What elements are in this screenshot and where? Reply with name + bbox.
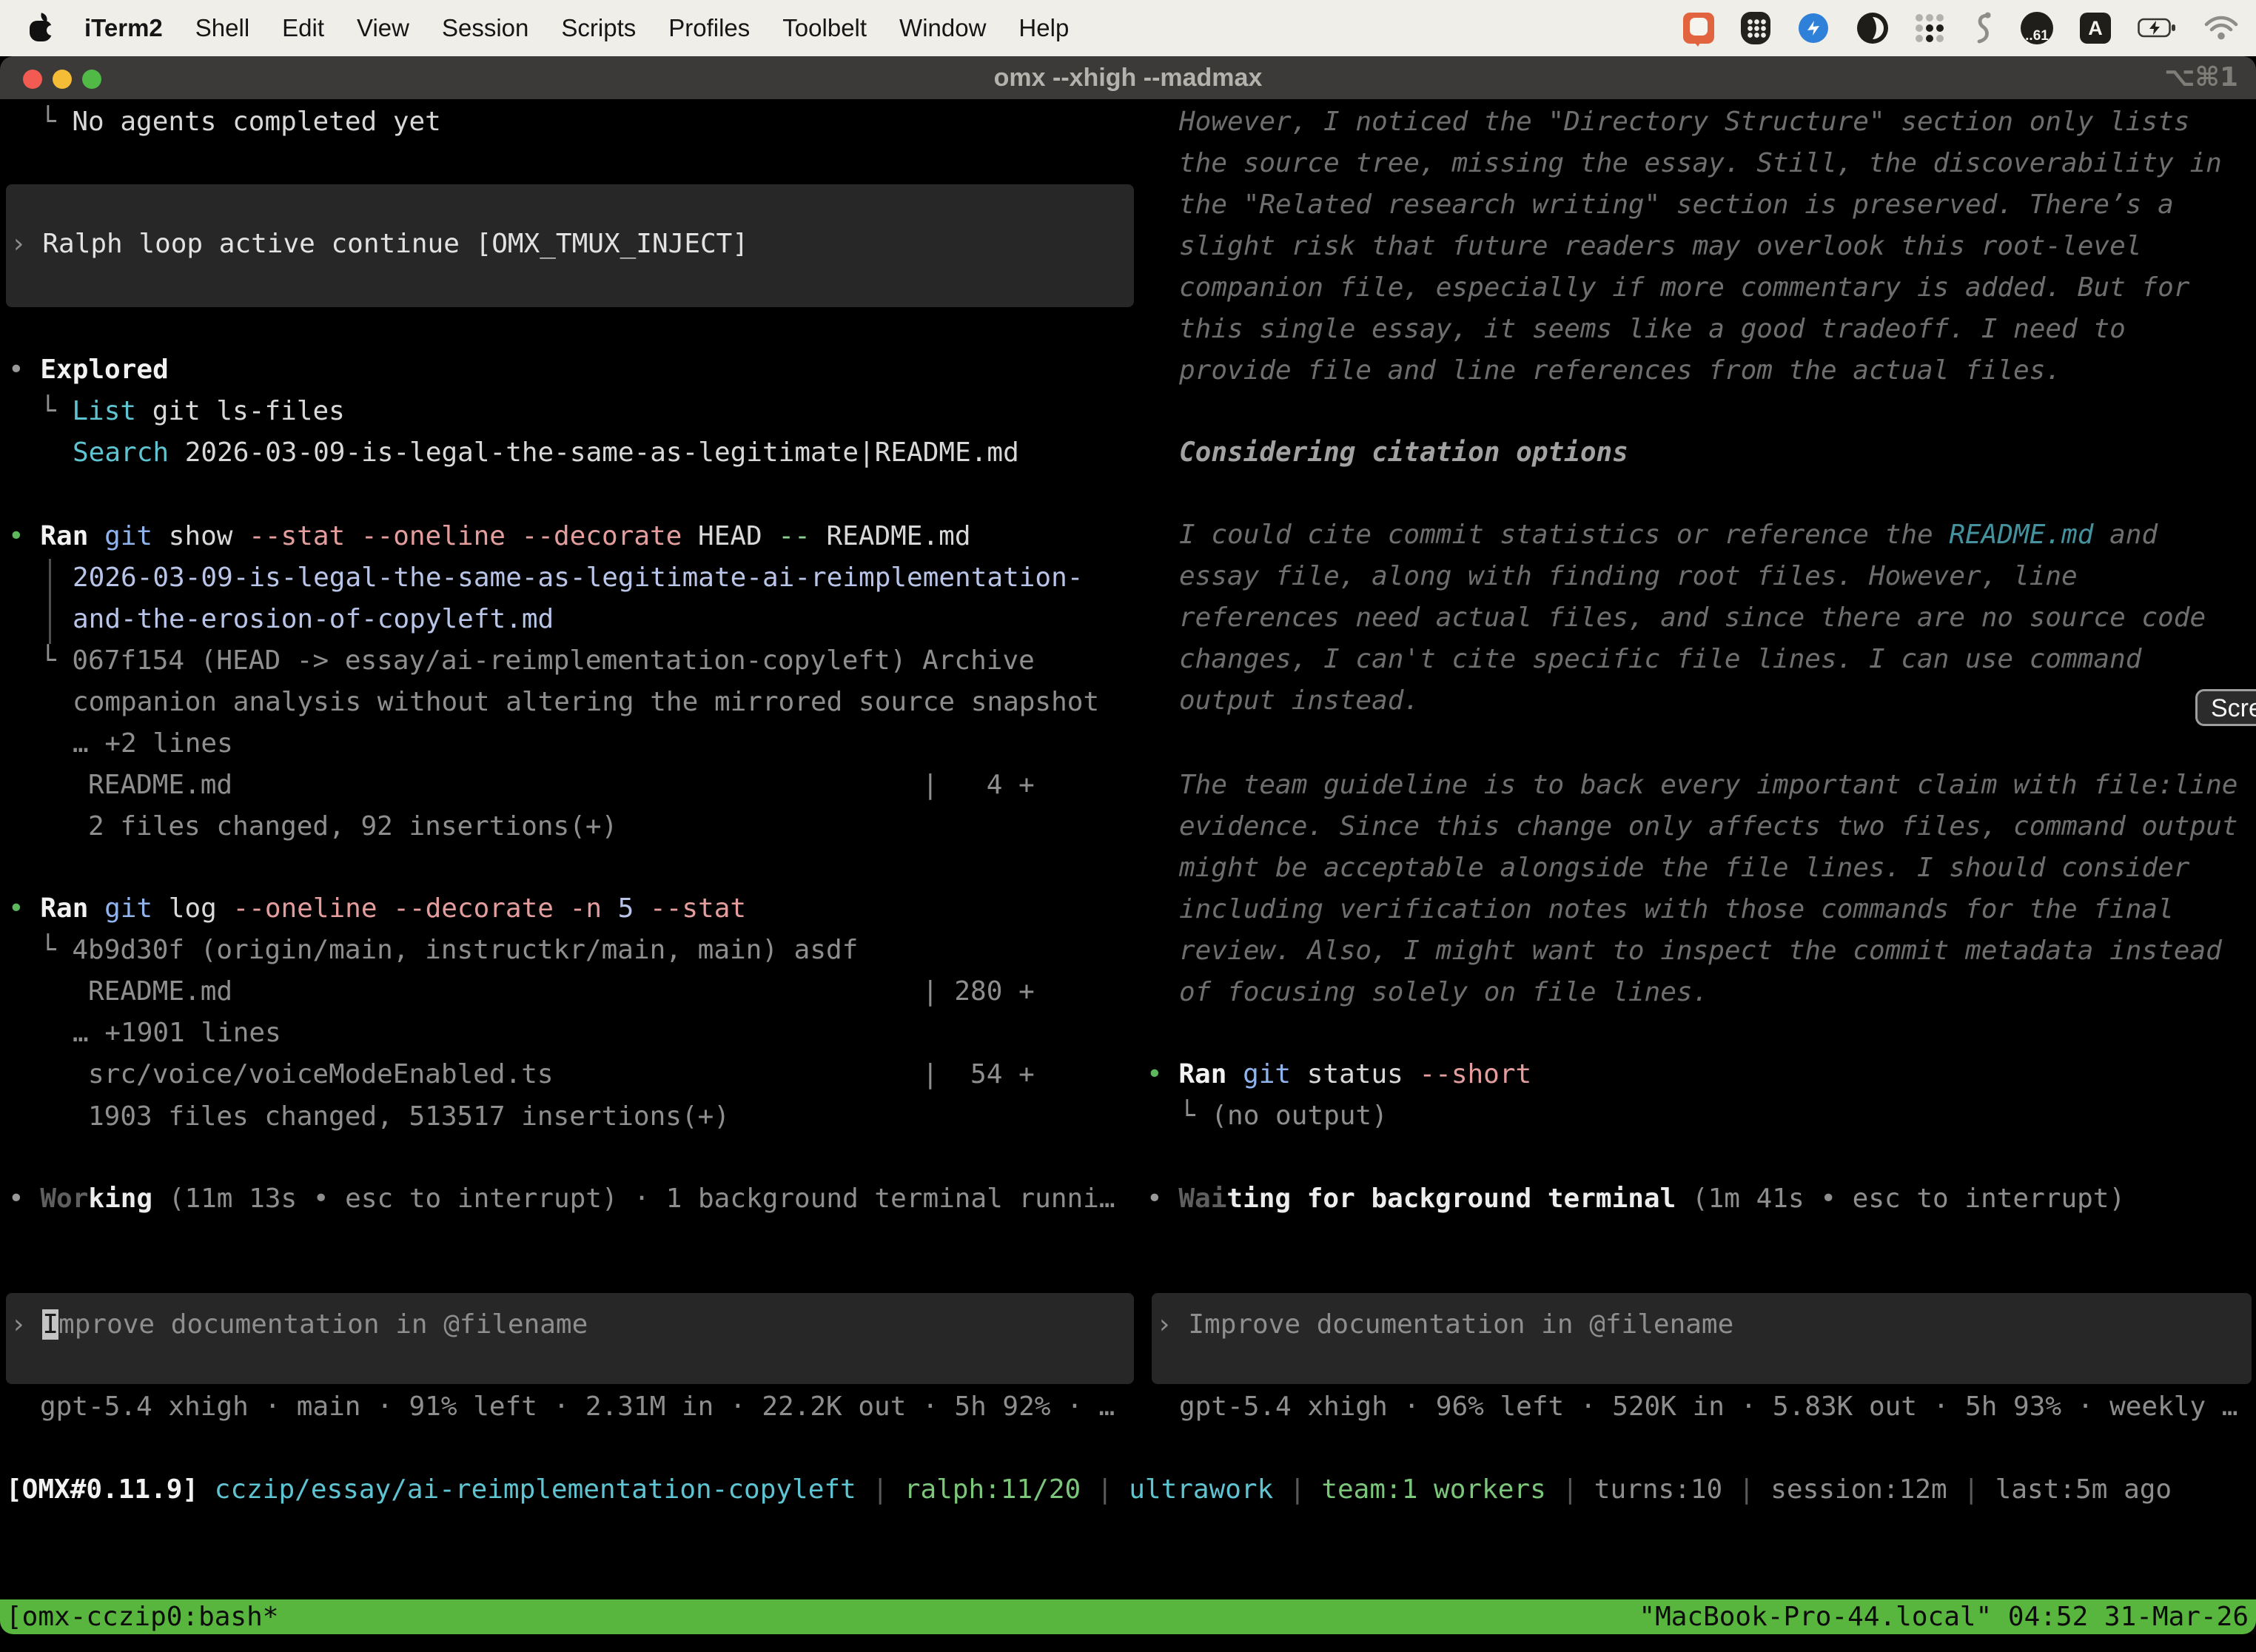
terminal-line-right: changes, I can't cite specific file line…: [1179, 639, 2141, 680]
terminal-line-left: Search 2026-03-09-is-legal-the-same-as-l…: [73, 432, 1019, 474]
terminal-line-left: └ List git ls-files: [40, 391, 345, 432]
model-status-left: gpt-5.4 xhigh · main · 91% left · 2.31M …: [40, 1386, 1115, 1428]
prompt-input-right[interactable]: › Improve documentation in @filename: [1156, 1304, 1733, 1346]
terminal-line-left: … +2 lines: [73, 723, 233, 765]
terminal-line-right: I could cite commit statistics or refere…: [1179, 514, 2158, 556]
model-status-right: gpt-5.4 xhigh · 96% left · 520K in · 5.8…: [1179, 1386, 2237, 1428]
terminal-line-right: the source tree, missing the essay. Stil…: [1179, 143, 2222, 184]
terminal-line-left: • Explored: [8, 349, 169, 391]
prompt-input-left[interactable]: › Improve documentation in @filename: [10, 1304, 588, 1346]
terminal-line-left: and-the-erosion-of-copyleft.md: [73, 599, 554, 640]
terminal-line-left: 2026-03-09-is-legal-the-same-as-legitima…: [73, 557, 1083, 599]
terminal-line-right: references need actual files, and since …: [1179, 597, 2206, 639]
terminal-line-left: src/voice/voiceModeEnabled.ts | 54 +: [88, 1054, 1035, 1095]
terminal-line-left: └ 067f154 (HEAD -> essay/ai-reimplementa…: [40, 640, 1035, 682]
desktop: { "menu_bar": { "items": ["iTerm2", "She…: [0, 0, 2256, 1652]
terminal-line-left: • Ran git show --stat --oneline --decora…: [8, 516, 971, 557]
terminal-line-right: However, I noticed the "Directory Struct…: [1179, 101, 2189, 143]
terminal-line-right: review. Also, I might want to inspect th…: [1179, 930, 2222, 972]
terminal-line-left: 2 files changed, 92 insertions(+): [88, 806, 617, 847]
terminal-line-left: └ No agents completed yet: [40, 101, 441, 143]
terminal-line-left: • Ran git log --oneline --decorate -n 5 …: [8, 888, 746, 930]
terminal-line-left: … +1901 lines: [73, 1013, 281, 1054]
omx-status-line: [OMX#0.11.9] cczip/essay/ai-reimplementa…: [6, 1469, 2172, 1511]
screen-sharing-chip[interactable]: Scre: [2195, 689, 2256, 726]
terminal-line-right: essay file, along with finding root file…: [1179, 556, 2078, 597]
terminal-line-right: of focusing solely on file lines.: [1179, 972, 1708, 1013]
terminal-line-left: └ 4b9d30f (origin/main, instructkr/main,…: [40, 930, 858, 971]
previous-prompt-text: › Ralph loop active continue [OMX_TMUX_I…: [10, 224, 748, 265]
terminal-line-right: including verification notes with those …: [1179, 889, 2174, 930]
terminal-line-right: output instead.: [1179, 680, 1420, 722]
terminal-line-left: README.md | 4 +: [88, 765, 1035, 806]
terminal-line-left: 1903 files changed, 513517 insertions(+): [88, 1096, 730, 1138]
terminal-line-left: • Working (11m 13s • esc to interrupt) ·…: [8, 1178, 1115, 1220]
terminal-line-left: README.md | 280 +: [88, 971, 1035, 1013]
terminal-line-right: provide file and line references from th…: [1179, 350, 2061, 392]
terminal-line-right: this single essay, it seems like a good …: [1179, 309, 2126, 350]
terminal-line-right: • Waiting for background terminal (1m 41…: [1147, 1178, 2125, 1220]
terminal-line-right: companion file, especially if more comme…: [1179, 267, 2189, 309]
reasoning-heading: Considering citation options: [1179, 432, 1628, 474]
terminal-line-right: └ (no output): [1179, 1095, 1388, 1137]
tree-guide-line: [49, 559, 51, 644]
terminal-line-right: The team guideline is to back every impo…: [1179, 765, 2237, 806]
terminal-line-right: • Ran git status --short: [1147, 1054, 1531, 1095]
terminal-line-left: companion analysis without altering the …: [73, 682, 1099, 723]
terminal-line-right: the "Related research writing" section i…: [1179, 184, 2174, 226]
terminal-line-right: might be acceptable alongside the file l…: [1179, 847, 2189, 889]
terminal-line-right: evidence. Since this change only affects…: [1179, 806, 2237, 847]
terminal-line-right: slight risk that future readers may over…: [1179, 226, 2141, 267]
